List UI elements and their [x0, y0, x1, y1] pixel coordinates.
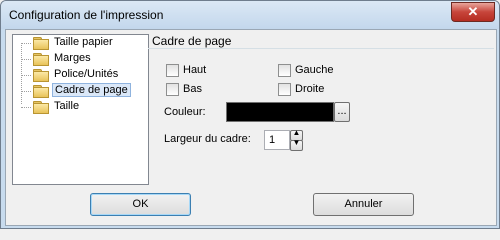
tree-branch-line [21, 91, 31, 92]
frame-width-input[interactable]: 1 [264, 130, 290, 150]
settings-tree: Taille papier Marges Police/Unités Cadre… [12, 34, 149, 185]
page-frame-panel: Cadre de page Haut Gauche Bas Droite Cou… [148, 30, 494, 186]
close-icon: ✕ [467, 4, 479, 19]
checkbox-box[interactable] [166, 64, 179, 77]
spin-down-button[interactable]: ▼ [290, 138, 303, 151]
tree-branch-line [21, 59, 31, 60]
folder-icon [33, 37, 49, 50]
folder-open-icon [33, 85, 49, 98]
tree-item-label: Taille papier [54, 36, 113, 48]
tree-item-taille-papier[interactable]: Taille papier [21, 35, 148, 51]
color-swatch[interactable] [226, 102, 334, 122]
folder-icon [33, 101, 49, 114]
checkbox-label: Bas [183, 83, 202, 95]
dialog-body: Taille papier Marges Police/Unités Cadre… [5, 29, 497, 226]
tree-item-label: Cadre de page [52, 83, 131, 97]
checkbox-box[interactable] [166, 83, 179, 96]
checkbox-label: Droite [295, 83, 325, 95]
tree-item-cadre-de-page[interactable]: Cadre de page [21, 83, 148, 99]
tree-item-label: Taille [54, 100, 80, 112]
tree-item-taille[interactable]: Taille [21, 99, 148, 115]
chevron-up-icon: ▲ [292, 128, 301, 137]
frame-width-value: 1 [269, 134, 276, 146]
ok-button[interactable]: OK [90, 193, 191, 216]
folder-icon [33, 69, 49, 82]
cancel-button[interactable]: Annuler [313, 193, 414, 216]
panel-divider [148, 48, 494, 49]
tree-item-police-unites[interactable]: Police/Unités [21, 67, 148, 83]
close-button[interactable]: ✕ [451, 2, 495, 22]
tree-item-label: Marges [54, 52, 91, 64]
checkbox-box[interactable] [278, 64, 291, 77]
folder-icon [33, 53, 49, 66]
tree-branch-line [21, 107, 31, 108]
checkbox-label: Haut [183, 64, 207, 76]
title-bar: Configuration de l'impression ✕ [1, 1, 499, 29]
tree-item-marges[interactable]: Marges [21, 51, 148, 67]
largeur-label: Largeur du cadre: [164, 133, 251, 145]
color-browse-button[interactable]: ... [334, 102, 350, 122]
panel-title: Cadre de page [152, 34, 232, 48]
checkbox-box[interactable] [278, 83, 291, 96]
tree-branch-line [21, 43, 31, 44]
print-setup-dialog: Configuration de l'impression ✕ Taille p… [0, 0, 500, 229]
chevron-down-icon: ▼ [292, 138, 301, 147]
window-title: Configuration de l'impression [9, 8, 164, 22]
couleur-label: Couleur: [164, 106, 206, 118]
tree-item-label: Police/Unités [54, 68, 119, 80]
checkbox-label: Gauche [295, 64, 334, 76]
tree-branch-line [21, 75, 31, 76]
